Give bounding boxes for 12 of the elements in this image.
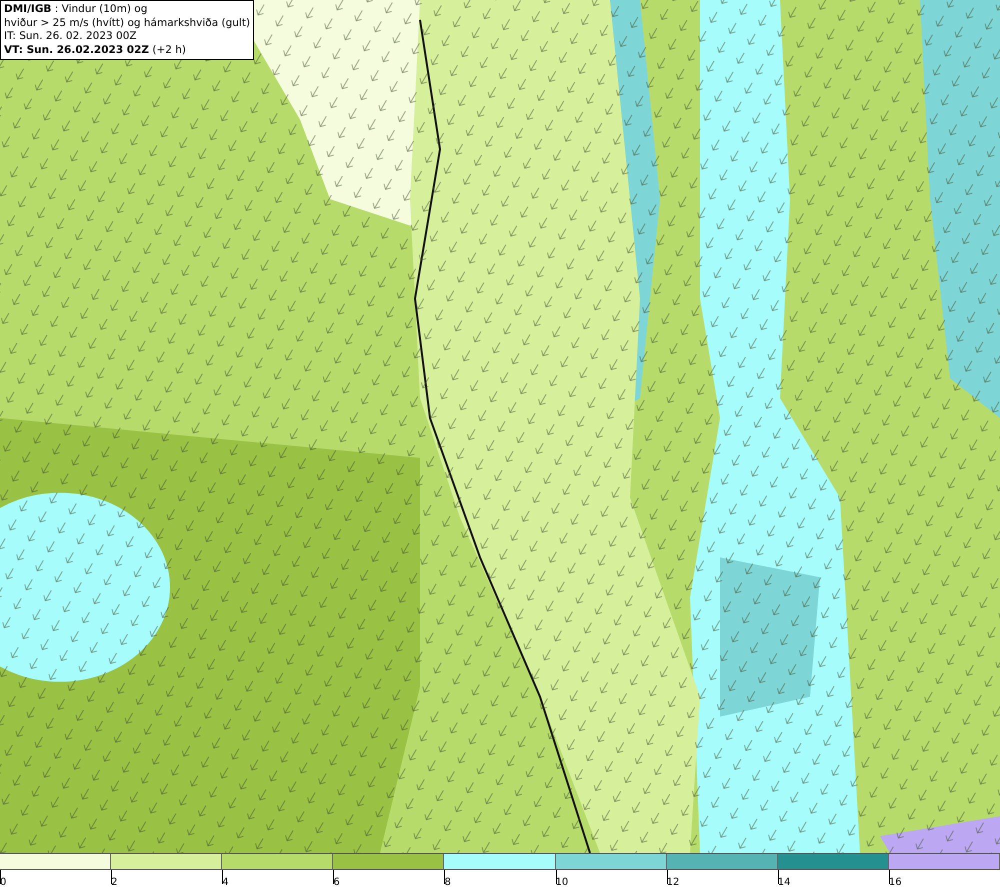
- scale-tick-label: 4: [222, 877, 229, 887]
- legend-text: hviður > 25 m/s (hvítt) og hámarkshviða (gult): [4, 16, 250, 30]
- scale-tick-label: 14: [778, 877, 790, 887]
- scale-tick-label: 2: [111, 877, 118, 887]
- scale-tick-label: 16: [888, 877, 902, 887]
- legend-text: DMI/IGB : Vindur (10m) og: [4, 3, 148, 16]
- scale-tick-label: 12: [666, 877, 680, 887]
- legend-text: IT: Sun. 26. 02. 2023 00Z: [4, 30, 138, 44]
- scale-tick-label: 8: [444, 877, 451, 887]
- legend-text: VT: Sun. 26.02.2023 02Z (+2 h): [4, 44, 188, 57]
- scale-tick-label: 10: [556, 877, 568, 887]
- scale-tick-label: 6: [333, 877, 340, 887]
